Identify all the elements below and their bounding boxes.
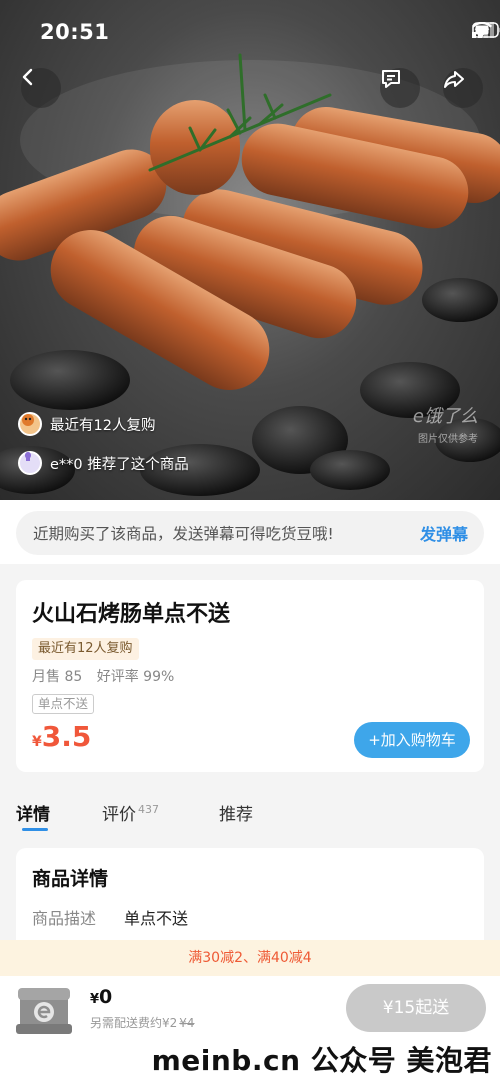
back-icon: [22, 68, 33, 86]
tab-recommend[interactable]: 推荐: [219, 800, 253, 825]
active-tab-indicator: [22, 828, 48, 831]
product-title: 火山石烤肠单点不送: [32, 602, 231, 627]
details-title: 商品详情: [32, 868, 109, 890]
detail-label: 商品描述: [32, 909, 97, 928]
caption-overlay: meinb.cn 公众号 美泡君: [0, 1036, 500, 1083]
product-hero-image: 20:51 最近有12人复购 e**0 推荐了这个商品 e饿了么 图片仅供参考: [0, 0, 500, 500]
share-icon: [444, 71, 464, 88]
recommend-chip-text: e**0 推荐了这个商品: [50, 456, 189, 473]
discount-promo-strip: 满30减2、满40减4: [0, 940, 500, 976]
cart-box-icon: [16, 988, 72, 1034]
checkout-bar: ¥0 另需配送费约¥2 ¥4 ¥15起送: [0, 976, 500, 1036]
cart-total-currency: ¥: [90, 992, 100, 1007]
min-order-button[interactable]: ¥15起送: [346, 984, 486, 1032]
repurchase-tag: 最近有12人复购: [32, 638, 139, 660]
share-button[interactable]: [443, 68, 483, 108]
review-count: 437: [138, 803, 159, 817]
cart-button[interactable]: [14, 980, 74, 1040]
send-danmaku-button[interactable]: 发弹幕: [420, 521, 468, 545]
sales-stats: 月售 85 好评率 99%: [32, 666, 174, 686]
status-bar: 20:51: [0, 0, 500, 60]
delivery-fee-original: ¥4: [179, 1016, 195, 1030]
overlay-caption: meinb.cn 公众号 美泡君: [151, 1044, 492, 1077]
tab-reviews[interactable]: 评价 437: [102, 800, 159, 825]
add-to-cart-button[interactable]: +加入购物车: [354, 722, 470, 758]
delivery-fee-text: 另需配送费约¥2: [90, 1016, 178, 1030]
price: ¥3.5: [32, 720, 91, 753]
purple-avatar: [18, 451, 42, 475]
repurchase-chip-text: 最近有12人复购: [50, 417, 156, 434]
repurchase-chip: 最近有12人复购: [18, 409, 155, 439]
danmaku-panel: 近期购买了该商品，发送弹幕可得吃货豆哦! 发弹幕: [0, 500, 500, 564]
status-time: 20:51: [40, 20, 110, 44]
product-info-card: 火山石烤肠单点不送 最近有12人复购 月售 85 好评率 99% 单点不送 ¥3…: [16, 580, 484, 772]
cart-total-value: 0: [99, 986, 113, 1008]
danmaku-prompt: 近期购买了该商品，发送弹幕可得吃货豆哦!: [33, 525, 334, 543]
message-icon: [382, 70, 400, 88]
delivery-fee-note: 另需配送费约¥2 ¥4: [90, 1014, 195, 1031]
recommend-chip: e**0 推荐了这个商品: [18, 448, 189, 478]
price-value: 3.5: [41, 720, 92, 753]
single-item-tag: 单点不送: [32, 694, 95, 714]
danmaku-bar[interactable]: 近期购买了该商品，发送弹幕可得吃货豆哦! 发弹幕: [16, 511, 484, 555]
back-button[interactable]: [21, 68, 61, 108]
cartoon-avatar: [18, 412, 42, 436]
cart-total: ¥0: [90, 986, 112, 1008]
battery-icon: [472, 22, 500, 38]
eleme-watermark: e饿了么 图片仅供参考: [412, 406, 478, 445]
monthly-sales: 月售 85: [32, 669, 83, 685]
detail-tabs: 详情 评价 437 推荐: [0, 790, 500, 836]
detail-value: 单点不送: [124, 909, 189, 928]
message-button[interactable]: [380, 68, 420, 108]
rating: 好评率 99%: [96, 669, 175, 685]
tab-reviews-label: 评价: [102, 805, 136, 825]
price-currency: ¥: [32, 734, 42, 750]
tab-details[interactable]: 详情: [16, 800, 50, 825]
